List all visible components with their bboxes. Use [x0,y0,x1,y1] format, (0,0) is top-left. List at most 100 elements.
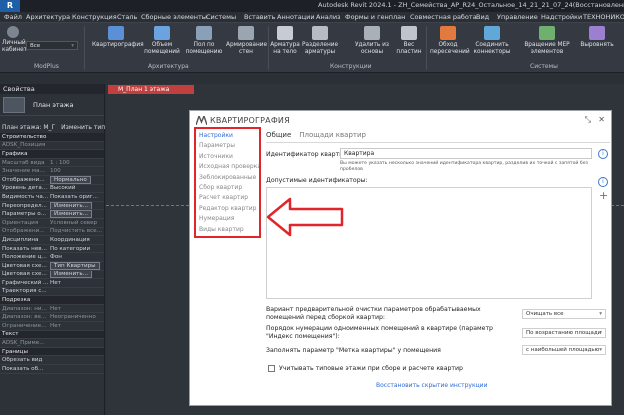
tab-systems[interactable]: Системы [206,13,236,21]
property-row: Цветовая схе... Тип Квартиры [0,261,104,271]
tab-manage[interactable]: Управление [497,13,538,21]
property-row: ADSK_Позиция [0,142,104,151]
chevron-down-icon: ▾ [71,43,74,49]
property-value: Показать ориг... [50,193,99,200]
tab-collaborate[interactable]: Совместная работа [410,13,477,21]
edit-type-button[interactable]: Изменить тип [61,124,105,131]
property-row: Значение ма... 100 [0,167,104,176]
info-icon[interactable]: i [598,149,608,159]
tab-steel[interactable]: Сталь [117,13,137,21]
property-value: Высокий [50,185,76,192]
tab-analyze[interactable]: Анализ [316,13,341,21]
modplus-filter-select[interactable]: Все ▾ [26,41,78,50]
connector-icon [484,26,500,40]
property-row: Ограничение... Нет [0,322,104,331]
weight-icon [401,26,417,40]
id-hint: Вы можете указать несколько значений иде… [340,161,588,172]
tab-insert[interactable]: Вставить [244,13,275,21]
rotate-mep-button[interactable]: Вращение MEP элементов [520,26,574,55]
property-row: Графический ... Нет [0,279,104,288]
group-separator [84,26,85,70]
app-menu-button[interactable]: R [0,0,20,12]
floor-by-room-button[interactable]: Пол по помещению [184,26,224,55]
group-label-modplus: ModPlus [34,63,59,70]
remove-icon [364,26,380,40]
order-label: Порядок нумерации одноименных помещений … [266,325,493,340]
property-category[interactable]: Границы [0,347,104,357]
property-key: Строительство [2,133,47,140]
room-volume-button[interactable]: Объем помещений [142,26,182,55]
window-title: Autodesk Revit 2024.1 - ZH_Семейства_АР_… [318,1,624,9]
rebar-split-button[interactable]: Разделение арматуры [302,26,338,55]
property-row: Ориентация Условный север [0,219,104,228]
id-label: Идентификатор квартир: [266,151,350,158]
cleanup-select[interactable]: Очищать все ▾ [522,309,606,319]
property-edit-button[interactable]: Изменить... [50,210,93,218]
align-button[interactable]: Выровнять [578,26,616,49]
mark-label: Заполнять параметр "Метка квартиры" у по… [266,347,441,354]
property-edit-button[interactable]: Нормально [50,175,91,184]
property-category[interactable]: Графика [0,150,104,159]
tab-addins[interactable]: Надстройки [541,13,582,21]
close-icon[interactable]: ✕ [598,115,605,124]
plates-weight-button[interactable]: Вес пластин [396,26,422,55]
property-key: Диапазон: ве... [2,314,47,321]
property-key: Положение ц... [2,254,47,261]
highlight-box [194,127,261,238]
property-category[interactable]: Подрезка [0,296,104,305]
properties-list: Строительство ADSK_Позиция Графика Масштаб … [0,133,104,374]
mark-select[interactable]: с наибольшей площадью ▾ [522,345,606,355]
property-key: ADSK_Позиция [2,142,46,149]
property-row: Видимость ча... Показать ориг... [0,193,104,202]
dialog-tab[interactable]: Общие [266,131,291,142]
rebar-body-button[interactable]: Арматура на тело [270,26,300,55]
tab-precast[interactable]: Сборные элементы [141,13,207,21]
tab-view[interactable]: Вид [476,13,489,21]
bypass-intersections-button[interactable]: Обход пересечений [430,26,470,55]
connect-connectors-button[interactable]: Соединить коннекторы [470,26,514,55]
group-label-systems: Системы [530,63,558,70]
view-tab[interactable]: М_План 1 этажа [108,85,194,94]
collapse-icon[interactable]: ⤡ [585,115,591,125]
property-row: Масштаб вида 1 : 100 [0,159,104,168]
apartments-button[interactable]: Квартирография [92,26,144,49]
tab-technonicol[interactable]: ТЕХНОНИКОЛ [583,13,624,21]
property-edit-button[interactable]: Изменить... [50,270,93,279]
plan-selector[interactable]: План этажа: М_Г [2,124,55,131]
property-value: Неограниченно [50,314,96,321]
tab-architecture[interactable]: Архитектура [26,13,70,21]
property-edit-button[interactable]: Тип Квартиры [50,261,100,270]
property-row: Отображени... Подчистить все... [0,228,104,237]
property-key: Обрезать вид [2,357,43,364]
properties-panel: Свойства План этажа План этажа: М_Г Изме… [0,84,105,415]
id-input[interactable]: Квартира [340,148,592,159]
title-bar: R Autodesk Revit 2024.1 - ZH_Семейства_А… [0,0,624,12]
property-key: Цветовая схе... [2,271,47,278]
order-select[interactable]: По возрастанию площади ▾ [522,328,606,338]
wall-reinforcement-button[interactable]: Армирование стен [226,26,267,55]
property-row: Диапазон: ни... Нет [0,305,104,314]
property-key: Графический ... [2,279,49,286]
property-value: Нет [50,305,61,312]
personal-cabinet-button[interactable]: Личный кабинет [2,26,27,53]
tab-annotate[interactable]: Аннотации [277,13,315,21]
tab-massing[interactable]: Формы и генплан [345,13,405,21]
property-key: Текст [2,331,19,338]
remove-host-button[interactable]: Удалить из основы [354,26,390,55]
tab-file[interactable]: Файл [4,13,22,21]
dialog-tab[interactable]: Площади квартир [299,131,366,142]
restore-instructions-link[interactable]: Восстановить скрытие инструкции [376,382,487,389]
property-key: Масштаб вида [2,159,45,166]
typical-floors-label: Учитывать типовые этажи при сборе и расч… [279,365,463,372]
floor-plan-icon [3,96,25,113]
property-edit-button[interactable]: Изменить... [50,201,93,210]
rebar-split-icon [312,26,328,40]
typical-floors-checkbox[interactable] [268,365,275,372]
type-selector[interactable]: План этажа [0,94,104,116]
tab-construction[interactable]: Конструкция [72,13,117,21]
property-category[interactable]: Текст [0,330,104,340]
info-icon[interactable]: i [598,177,608,187]
property-row: Показать нев... По категории [0,245,104,254]
add-icon[interactable]: + [599,190,608,201]
property-category[interactable]: Строительство [0,133,104,142]
